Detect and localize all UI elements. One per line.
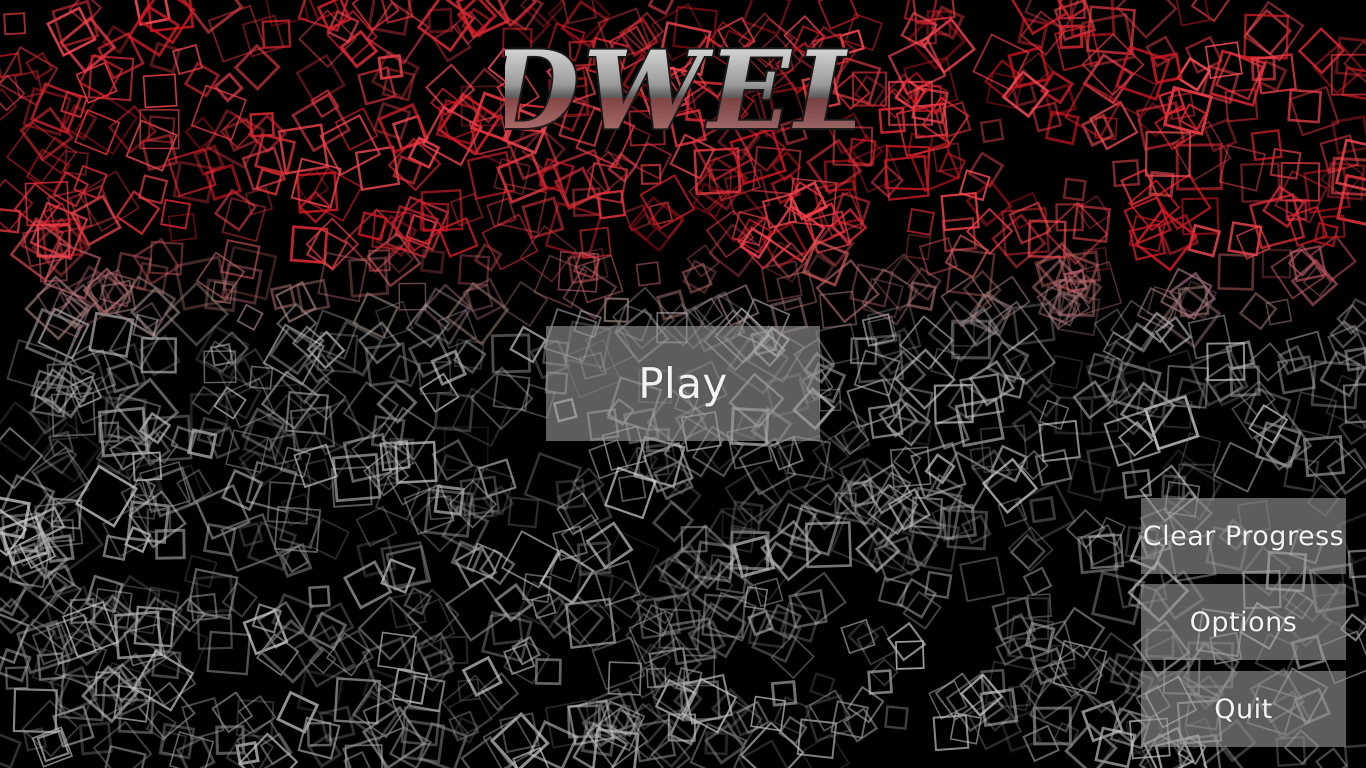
background-square — [979, 118, 1005, 144]
background-square — [1145, 35, 1178, 68]
background-square — [12, 687, 58, 734]
background-square — [1118, 420, 1154, 457]
background-square — [893, 348, 957, 411]
background-square — [236, 303, 264, 331]
options-button[interactable]: Options — [1141, 584, 1346, 660]
background-square — [651, 500, 695, 543]
background-square — [115, 190, 161, 236]
background-square — [307, 518, 350, 560]
background-square — [269, 283, 297, 311]
background-square — [856, 625, 897, 666]
background-square — [1086, 442, 1138, 494]
background-square — [480, 610, 533, 663]
background-square — [233, 43, 281, 91]
background-square — [959, 556, 1006, 603]
background-square — [334, 107, 379, 151]
background-square — [339, 29, 379, 69]
background-square — [990, 213, 1047, 269]
background-square — [304, 458, 332, 485]
background-square — [138, 334, 181, 377]
background-square — [1217, 253, 1255, 291]
background-square — [906, 208, 935, 236]
background-square — [408, 674, 446, 713]
background-square — [308, 585, 331, 608]
background-square — [1190, 0, 1231, 23]
background-square — [419, 248, 446, 275]
background-square — [0, 731, 22, 768]
background-square — [905, 233, 932, 261]
background-square — [1112, 159, 1141, 188]
background-square — [278, 507, 321, 550]
background-square — [364, 342, 410, 387]
background-square — [751, 612, 802, 664]
background-square — [1146, 349, 1202, 404]
play-button[interactable]: Play — [546, 326, 820, 441]
background-square — [137, 174, 169, 205]
background-square — [289, 225, 329, 265]
background-square — [490, 333, 532, 374]
background-square — [1337, 412, 1366, 446]
background-square — [884, 705, 909, 730]
background-square — [3, 12, 27, 36]
background-square — [315, 602, 355, 642]
background-square — [930, 347, 961, 379]
background-square — [207, 4, 266, 63]
background-square — [191, 385, 221, 415]
background-square — [444, 578, 508, 642]
background-square — [221, 197, 267, 243]
background-square — [1326, 447, 1366, 496]
background-square — [355, 537, 397, 578]
background-square — [1028, 678, 1084, 733]
background-square — [275, 690, 320, 734]
background-square — [457, 254, 491, 287]
background-square — [51, 0, 100, 48]
background-square — [776, 434, 835, 493]
background-square — [1315, 747, 1348, 768]
background-square — [38, 136, 78, 175]
background-square — [451, 387, 512, 448]
background-square — [206, 630, 252, 676]
background-square — [492, 373, 531, 412]
background-square — [872, 252, 932, 312]
game-logo: DWEL DWEL — [505, 28, 855, 156]
background-square — [793, 571, 848, 626]
background-square — [898, 315, 954, 371]
background-square — [840, 618, 876, 655]
background-square — [635, 261, 662, 287]
background-square — [1243, 0, 1305, 62]
background-square — [1062, 177, 1087, 202]
background-square — [1187, 314, 1233, 360]
quit-button[interactable]: Quit — [1141, 671, 1346, 747]
background-square — [142, 73, 178, 109]
background-square — [501, 280, 549, 328]
background-square — [398, 282, 427, 311]
background-square — [1022, 566, 1053, 597]
background-square — [1066, 457, 1111, 502]
background-square — [0, 74, 26, 112]
background-square — [176, 736, 216, 768]
background-square — [77, 170, 140, 233]
background-square — [737, 739, 792, 768]
background-square — [924, 570, 953, 600]
background-square — [1265, 298, 1293, 326]
clear-progress-button[interactable]: Clear Progress — [1141, 498, 1346, 574]
background-square — [521, 196, 565, 240]
background-square — [1343, 743, 1366, 768]
background-square — [556, 492, 600, 536]
background-square — [245, 460, 298, 513]
background-square — [295, 278, 331, 314]
background-square — [967, 151, 1005, 189]
main-menu-screen: DWEL DWEL Play Clear Progress Options Qu… — [0, 0, 1366, 768]
background-square — [238, 521, 264, 548]
background-square — [163, 281, 230, 347]
background-square — [852, 143, 902, 194]
background-square — [1115, 45, 1171, 101]
background-square — [291, 92, 352, 153]
background-square — [1034, 448, 1073, 487]
background-square — [647, 0, 676, 16]
background-square — [92, 720, 153, 768]
background-square — [1029, 496, 1057, 524]
background-square — [1250, 129, 1283, 162]
